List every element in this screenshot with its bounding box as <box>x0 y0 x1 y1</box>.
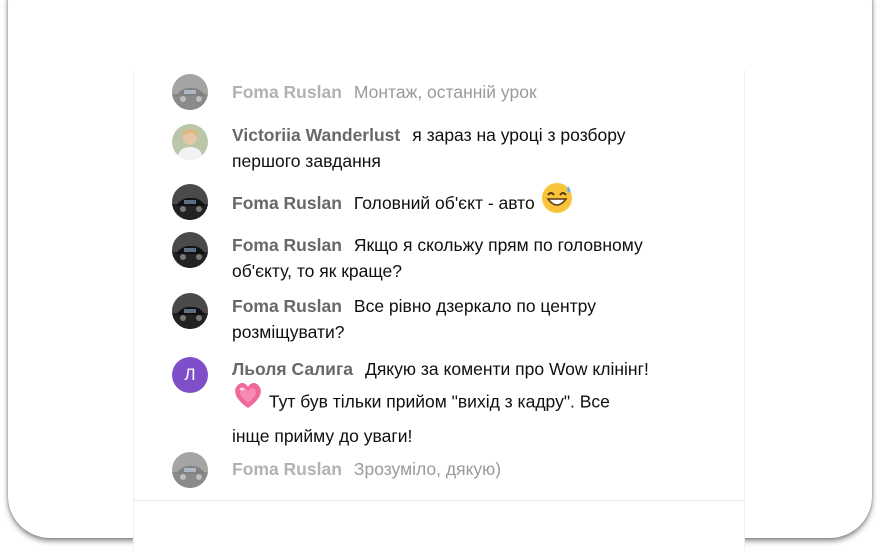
message-author[interactable]: Foma Ruslan <box>232 459 342 479</box>
car-photo-avatar[interactable] <box>172 232 208 268</box>
message-text: Тут був тільки прийом "вихід з кадру". В… <box>232 391 610 446</box>
message-text: Монтаж, останній урок <box>353 82 537 102</box>
message-body: Foma Ruslan Монтаж, останній урок <box>232 79 682 105</box>
message-text: Зрозуміло, дякую) <box>353 459 502 479</box>
message-author[interactable]: Льоля Салига <box>232 359 353 379</box>
message-text: Дякую за коменти про Wow клінінг! <box>364 359 649 379</box>
message-author[interactable]: Victoriia Wanderlust <box>232 125 400 145</box>
message-author[interactable]: Foma Ruslan <box>232 193 342 213</box>
car-photo-avatar[interactable] <box>172 184 208 220</box>
message-body: Foma Ruslan Зрозуміло, дякую) <box>232 456 682 482</box>
message-author[interactable]: Foma Ruslan <box>232 235 342 255</box>
live-chat-panel: Foma Ruslan Монтаж, останній урок Victori… <box>133 70 745 552</box>
message-author[interactable]: Foma Ruslan <box>232 82 342 102</box>
letter-avatar[interactable]: Л <box>172 357 208 393</box>
message-body: Victoriia Wanderlust я зараз на уроці з р… <box>232 122 682 174</box>
message-author[interactable]: Foma Ruslan <box>232 296 342 316</box>
car-photo-avatar[interactable] <box>172 452 208 488</box>
message-body: Foma Ruslan Все рівно дзеркало по центру … <box>232 293 662 345</box>
message-body: Foma Ruslan Якщо я скольжу прям по головн… <box>232 232 662 284</box>
car-photo-avatar[interactable] <box>172 293 208 329</box>
message-body: Foma Ruslan Головний об'єкт - авто <box>232 183 682 222</box>
growing-heart-emoji <box>232 379 264 421</box>
person-photo-avatar[interactable] <box>172 124 208 160</box>
message-body: Льоля Салига Дякую за коменти про Wow клі… <box>232 354 652 452</box>
message-text: Головний об'єкт - авто <box>353 193 535 214</box>
grinning-face-with-sweat-emoji <box>540 181 574 222</box>
car-photo-avatar[interactable] <box>172 74 208 110</box>
chat-input-divider <box>134 500 744 501</box>
